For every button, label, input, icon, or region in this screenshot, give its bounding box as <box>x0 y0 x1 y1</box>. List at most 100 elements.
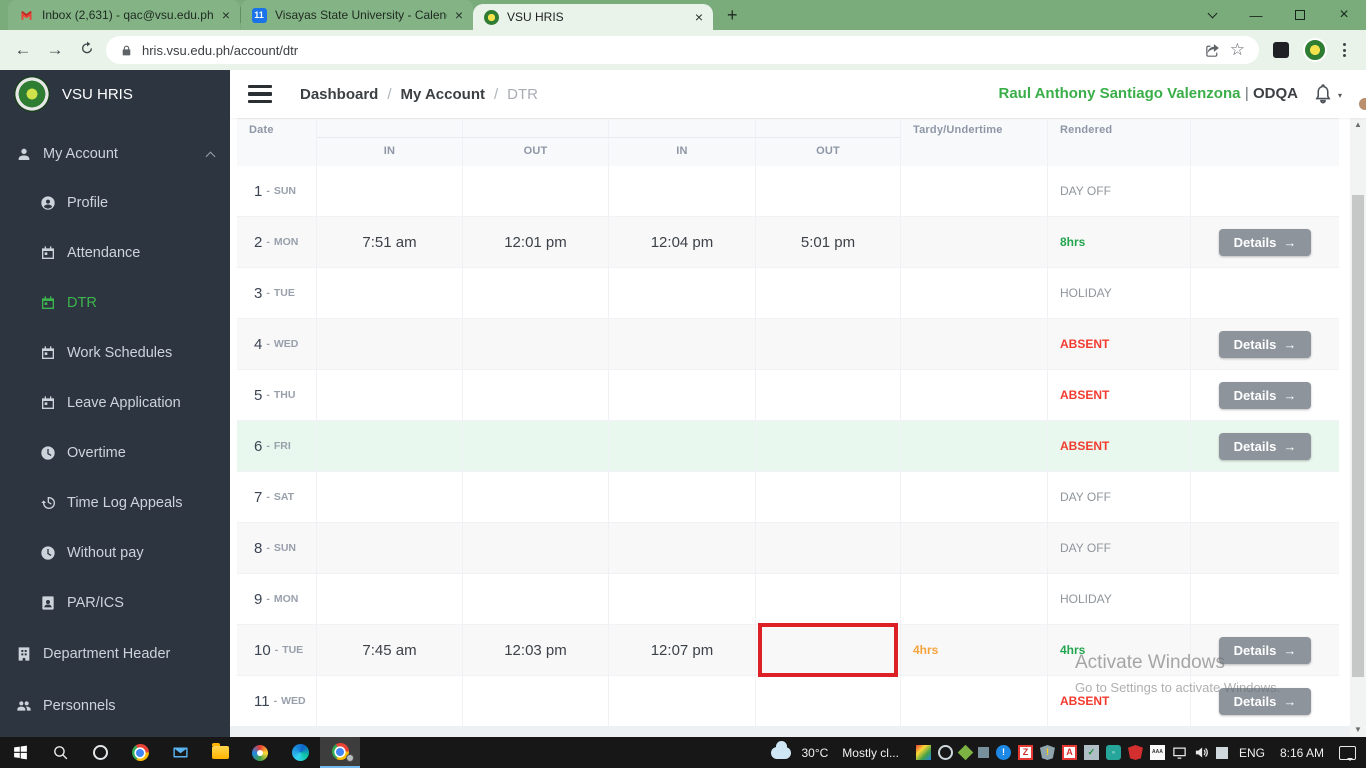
back-button[interactable]: ← <box>10 40 36 60</box>
tab-close-icon[interactable]: × <box>695 9 703 25</box>
table-row: 9-MON HOLIDAY <box>237 574 1339 625</box>
volume-icon[interactable] <box>1194 745 1209 760</box>
system-tray: 30°C Mostly cl... ! Z ! A ✓ ◦ AAA ENG 8:… <box>771 745 1366 760</box>
col-header-in-am: IN <box>317 138 463 166</box>
arrow-right-icon: → <box>1283 643 1296 658</box>
action-center-icon[interactable] <box>1339 746 1356 760</box>
sidebar-item-dtr[interactable]: DTR <box>0 278 230 328</box>
tab-calendar[interactable]: 11 Visayas State University - Calenda × <box>241 0 473 30</box>
maximize-button[interactable] <box>1278 0 1322 30</box>
sidebar-item-label: Work Schedules <box>67 345 172 361</box>
avatar-caret-icon[interactable]: ▾ <box>1338 91 1342 100</box>
sidebar-item-department-header[interactable]: Department Header <box>0 628 230 680</box>
details-button[interactable]: Details→ <box>1219 637 1312 664</box>
address-bar[interactable]: hris.vsu.edu.ph/account/dtr ☆ <box>106 36 1259 64</box>
layers-tray-icon[interactable] <box>1216 747 1228 759</box>
app-window: VSU HRIS My Account Profile Attendance D… <box>0 70 1366 737</box>
acrobat-tray-icon[interactable]: A <box>1062 745 1077 760</box>
details-button[interactable]: Details→ <box>1219 229 1312 256</box>
table-row: 7-SAT DAY OFF <box>237 472 1339 523</box>
breadcrumb-my-account[interactable]: My Account <box>401 86 485 103</box>
clock-icon <box>40 545 56 561</box>
close-window-button[interactable]: × <box>1322 0 1366 30</box>
scroll-up-arrow[interactable]: ▲ <box>1354 118 1362 132</box>
cortana-icon[interactable] <box>80 737 120 768</box>
tab-gmail[interactable]: Inbox (2,631) - qac@vsu.edu.ph - × <box>8 0 240 30</box>
file-explorer-icon[interactable] <box>200 737 240 768</box>
vsu-seal-icon <box>483 9 499 25</box>
update-check-tray-icon[interactable]: ✓ <box>1084 745 1099 760</box>
url-text[interactable]: hris.vsu.edu.ph/account/dtr <box>142 43 1195 58</box>
reload-button[interactable] <box>74 40 100 61</box>
sidebar-item-par-ics[interactable]: PAR/ICS <box>0 578 230 628</box>
browser-menu-icon[interactable] <box>1343 43 1346 57</box>
sidebar-item-label: Profile <box>67 195 108 211</box>
sidebar-item-attendance[interactable]: Attendance <box>0 228 230 278</box>
sync-tray-icon[interactable] <box>938 745 953 760</box>
sidebar-item-time-log-appeals[interactable]: Time Log Appeals <box>0 478 230 528</box>
chrome-active-window-icon[interactable] <box>320 737 360 768</box>
sidebar-item-work-schedules[interactable]: Work Schedules <box>0 328 230 378</box>
paint3d-tray-icon[interactable] <box>916 745 931 760</box>
search-icon[interactable] <box>40 737 80 768</box>
grid-aaa-tray-icon[interactable]: AAA <box>1150 745 1165 760</box>
display-network-tray-icon[interactable] <box>1172 745 1187 760</box>
tab-vsu-hris[interactable]: VSU HRIS × <box>473 4 713 30</box>
clock[interactable]: 8:16 AM <box>1276 746 1328 760</box>
reminder-tray-icon[interactable]: ! <box>996 745 1011 760</box>
details-button[interactable]: Details→ <box>1219 433 1312 460</box>
window-menu-button[interactable] <box>1190 0 1234 30</box>
user-department: ODQA <box>1253 85 1298 102</box>
status-badge: ABSENT <box>1060 388 1109 402</box>
bell-icon[interactable] <box>1312 83 1334 105</box>
paint-icon[interactable] <box>240 737 280 768</box>
tab-title: VSU HRIS <box>507 10 687 24</box>
new-tab-button[interactable]: + <box>727 5 738 26</box>
history-icon <box>40 495 56 511</box>
weather-widget[interactable]: 30°C Mostly cl... <box>771 746 902 760</box>
edge-icon[interactable] <box>280 737 320 768</box>
language-indicator[interactable]: ENG <box>1235 746 1269 760</box>
hamburger-menu-icon[interactable] <box>248 85 272 103</box>
status-badge: DAY OFF <box>1060 184 1111 198</box>
sidebar-item-label: Attendance <box>67 245 140 261</box>
scroll-down-arrow[interactable]: ▼ <box>1354 723 1362 737</box>
tab-close-icon[interactable]: × <box>222 7 230 23</box>
brand-name: VSU HRIS <box>62 86 133 103</box>
details-button[interactable]: Details→ <box>1219 688 1312 715</box>
side-panel-icon[interactable] <box>1273 42 1289 58</box>
chrome-taskbar-icon[interactable] <box>120 737 160 768</box>
sidebar-item-personnels[interactable]: Personnels <box>0 680 230 732</box>
vertical-scrollbar[interactable]: ▲ ▼ <box>1350 118 1366 737</box>
zotero-tray-icon[interactable]: Z <box>1018 745 1033 760</box>
sidebar-item-label: Department Header <box>43 646 170 662</box>
sidebar-item-label: DTR <box>67 295 97 311</box>
minimize-button[interactable]: — <box>1234 0 1278 30</box>
calendar-icon <box>40 295 56 311</box>
tool-tray-icon[interactable] <box>978 747 989 758</box>
sidebar-item-label: Overtime <box>67 445 126 461</box>
start-button[interactable] <box>0 737 40 768</box>
sidebar-item-overtime[interactable]: Overtime <box>0 428 230 478</box>
col-header-in-pm: IN <box>609 138 756 166</box>
browser-profile-avatar[interactable] <box>1303 38 1327 62</box>
breadcrumb-dashboard[interactable]: Dashboard <box>300 86 378 103</box>
sidebar-item-my-account[interactable]: My Account <box>0 130 230 178</box>
defender-warning-tray-icon[interactable]: ! <box>1040 745 1055 760</box>
clock-icon <box>40 445 56 461</box>
bookmark-star-icon[interactable]: ☆ <box>1230 40 1245 60</box>
tab-close-icon[interactable]: × <box>455 7 463 23</box>
safety-tray-icon[interactable] <box>958 745 974 761</box>
security-shield-tray-icon[interactable] <box>1128 745 1143 760</box>
details-button[interactable]: Details→ <box>1219 382 1312 409</box>
sidebar-item-leave-application[interactable]: Leave Application <box>0 378 230 428</box>
forward-button[interactable]: → <box>42 40 68 60</box>
sidebar-item-profile[interactable]: Profile <box>0 178 230 228</box>
windows-taskbar: 30°C Mostly cl... ! Z ! A ✓ ◦ AAA ENG 8:… <box>0 737 1366 768</box>
mail-icon[interactable] <box>160 737 200 768</box>
scrollbar-thumb[interactable] <box>1352 195 1364 677</box>
sidebar-item-without-pay[interactable]: Without pay <box>0 528 230 578</box>
details-button[interactable]: Details→ <box>1219 331 1312 358</box>
share-icon[interactable] <box>1204 42 1221 59</box>
snip-tray-icon[interactable]: ◦ <box>1106 745 1121 760</box>
